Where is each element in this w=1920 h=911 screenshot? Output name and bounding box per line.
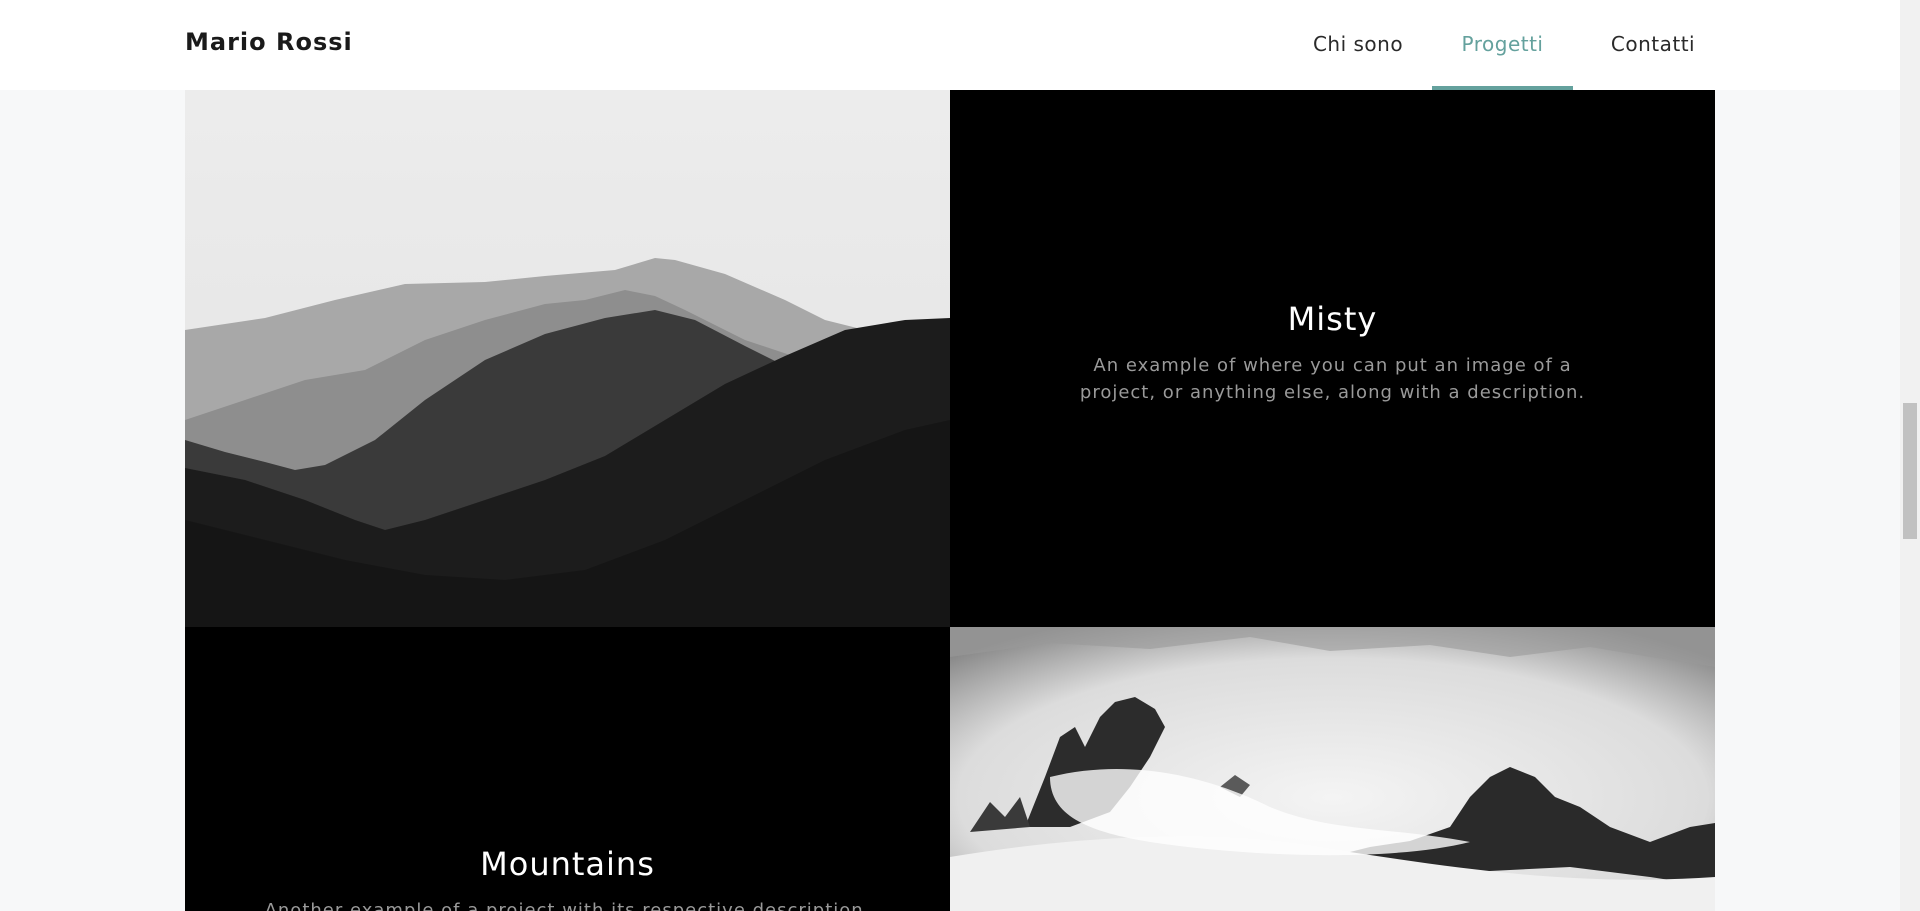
nav-link-chi-sono[interactable]: Chi sono: [1296, 0, 1420, 90]
misty-project-image: [185, 0, 950, 627]
nav-link-progetti[interactable]: Progetti: [1432, 0, 1573, 90]
scrollbar-thumb[interactable]: [1903, 403, 1917, 539]
mountains-project-image: [950, 627, 1715, 911]
mountains-title: Mountains: [480, 845, 655, 883]
misty-description: An example of where you can put an image…: [1079, 355, 1586, 403]
mountains-description: Another example of a project with its re…: [264, 900, 871, 911]
misty-title: Misty: [1287, 300, 1378, 338]
brand-link[interactable]: Mario Rossi: [185, 28, 353, 56]
mountains-caption: Mountains Another example of a project w…: [185, 845, 950, 911]
page-scrollbar[interactable]: [1900, 0, 1920, 911]
navbar: Mario Rossi Chi sono Progetti Contatti: [0, 0, 1900, 90]
projects-grid: [185, 0, 1715, 911]
page: Mario Rossi Chi sono Progetti Contatti M…: [0, 0, 1920, 911]
misty-caption: Misty An example of where you can put an…: [950, 300, 1715, 406]
misty-mountains-photo: [185, 0, 950, 627]
cloudy-peaks-photo: [950, 627, 1715, 911]
nav-link-contatti[interactable]: Contatti: [1590, 0, 1716, 90]
